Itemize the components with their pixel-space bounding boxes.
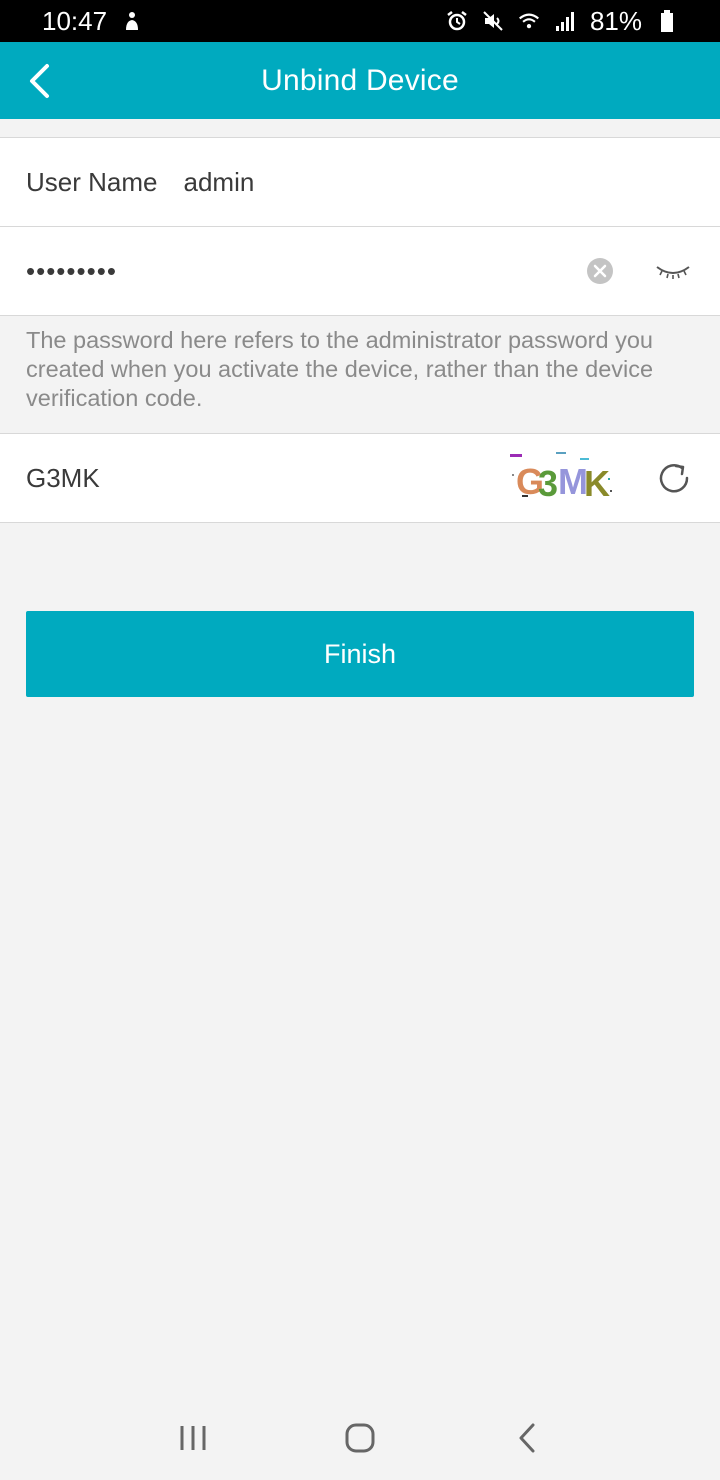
- divider: [0, 522, 720, 523]
- toggle-password-visibility-button[interactable]: [654, 257, 692, 285]
- user-name-label: User Name: [26, 166, 158, 197]
- recent-apps-icon: [180, 1426, 206, 1450]
- chevron-left-icon: [30, 64, 49, 98]
- refresh-icon: [659, 464, 689, 493]
- clear-icon: [587, 258, 613, 284]
- status-bar-left: 10:47: [42, 6, 143, 37]
- captcha-letter: K: [584, 463, 610, 504]
- eye-closed-icon: [656, 266, 690, 279]
- back-icon: [519, 1423, 535, 1453]
- home-button[interactable]: [330, 1408, 390, 1468]
- clear-password-button[interactable]: [586, 257, 614, 285]
- battery-percent: 81%: [589, 5, 642, 36]
- app-bar: Unbind Device: [0, 42, 720, 119]
- refresh-captcha-button[interactable]: [656, 460, 692, 496]
- mute-icon: [482, 10, 504, 32]
- page-title: Unbind Device: [261, 63, 459, 97]
- divider: [0, 315, 720, 316]
- finish-button[interactable]: Finish: [26, 611, 694, 697]
- back-button[interactable]: [14, 56, 64, 106]
- status-bar-right: 81%: [446, 6, 678, 37]
- user-name-row[interactable]: User Name admin: [0, 138, 720, 226]
- recent-apps-button[interactable]: [163, 1408, 223, 1468]
- alarm-icon: [446, 10, 468, 32]
- system-back-button[interactable]: [497, 1408, 557, 1468]
- notification-icon: [121, 10, 143, 32]
- home-icon: [345, 1423, 375, 1453]
- verification-code-row[interactable]: G3MK G 3 M K: [0, 434, 720, 522]
- signal-icon: [554, 10, 576, 32]
- status-time: 10:47: [42, 5, 108, 36]
- battery-icon: [656, 10, 678, 32]
- captcha-letter: 3: [538, 463, 558, 504]
- captcha-image[interactable]: G 3 M K: [508, 450, 616, 506]
- wifi-icon: [518, 10, 540, 32]
- password-row[interactable]: •••••••••: [0, 227, 720, 315]
- status-bar: 10:47 81%: [0, 0, 720, 42]
- user-name-field[interactable]: admin: [183, 167, 254, 198]
- password-hint: The password here refers to the administ…: [26, 327, 654, 411]
- system-nav-bar: [0, 1396, 720, 1480]
